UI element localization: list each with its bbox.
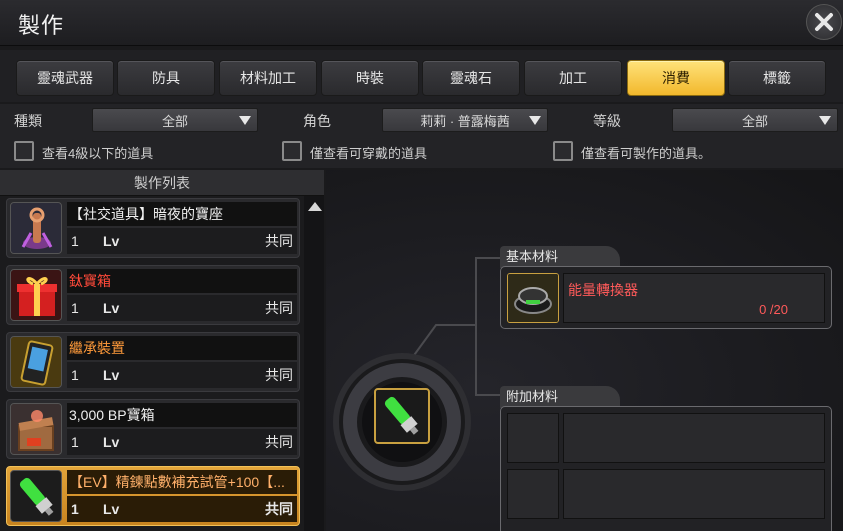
below-grade4-label: 查看4級以下的道具 [42, 146, 154, 161]
basic-materials-box: 能量轉換器 0 /20 [500, 266, 832, 329]
craft-item-level-row: 1 Lv 共同 [67, 429, 297, 455]
energy-converter-icon [508, 274, 558, 322]
role-select[interactable]: 莉莉 · 普露梅茜 [382, 108, 548, 132]
tab-soul-stone[interactable]: 靈魂石 [422, 60, 520, 96]
chevron-down-icon [239, 116, 251, 125]
extra-materials-tab: 附加材料 [500, 386, 620, 408]
type-label: 種類 [14, 113, 42, 129]
scroll-up-icon[interactable] [308, 202, 322, 211]
test-tube-icon [384, 396, 419, 435]
craft-item-test-tube[interactable]: 【EV】精鍊點數補充試管+100【... 1 Lv 共同 [6, 466, 300, 526]
extra-material-info [563, 469, 825, 519]
title-bar: 製作 [0, 0, 843, 46]
chevron-down-icon [529, 116, 541, 125]
tab-processing[interactable]: 加工 [524, 60, 622, 96]
extra-material-slot[interactable] [507, 469, 559, 519]
grade-select[interactable]: 全部 [672, 108, 838, 132]
tab-tag[interactable]: 標籤 [728, 60, 826, 96]
energy-converter-slot[interactable] [507, 273, 559, 323]
craft-item-level-row: 1 Lv 共同 [67, 496, 297, 522]
category-tabs: 靈魂武器 防具 材料加工 時裝 靈魂石 加工 消費 標籤 [0, 50, 843, 102]
craft-item-lv-label: Lv [103, 300, 120, 316]
gift-box-icon [10, 269, 62, 321]
wearable-only-checkbox[interactable] [282, 141, 302, 161]
close-icon [815, 13, 833, 31]
recipe-detail-panel: 基本材料 能量轉換器 0 /20 附加材料 [326, 170, 843, 531]
craft-item-name: 【社交道具】暗夜的寶座 [67, 202, 297, 226]
craft-item-name: 3,000 BP寶箱 [67, 403, 297, 427]
craft-list-scrollbar[interactable] [304, 196, 324, 531]
tab-fashion[interactable]: 時裝 [321, 60, 419, 96]
tab-soul-weapon[interactable]: 靈魂武器 [16, 60, 114, 96]
craft-item-level-row: 1 Lv 共同 [67, 362, 297, 388]
window-title: 製作 [18, 13, 65, 38]
craft-item-throne[interactable]: 【社交道具】暗夜的寶座 1 Lv 共同 [6, 198, 300, 258]
grade-label: 等級 [593, 113, 621, 129]
grade-select-value: 全部 [741, 113, 768, 129]
craft-item-inheritance-device[interactable]: 繼承裝置 1 Lv 共同 [6, 332, 300, 392]
craft-item-level: 1 [71, 367, 79, 383]
craft-item-level: 1 [71, 300, 79, 316]
type-select[interactable]: 全部 [92, 108, 258, 132]
device-icon [10, 336, 62, 388]
bp-box-icon [10, 403, 62, 455]
craft-item-scope: 共同 [265, 501, 293, 517]
recipe-stage: 基本材料 能量轉換器 0 /20 附加材料 [326, 170, 843, 531]
extra-material-slot[interactable] [507, 413, 559, 463]
craft-item-scope: 共同 [265, 233, 293, 249]
craft-item-scope: 共同 [265, 367, 293, 383]
role-select-value: 莉莉 · 普露梅茜 [420, 113, 510, 129]
role-label: 角色 [303, 113, 331, 129]
craft-item-scope: 共同 [265, 300, 293, 316]
craft-item-lv-label: Lv [103, 233, 120, 249]
craft-list-panel: 製作列表 【社交道具】暗夜的寶座 1 Lv 共同 鈦寶箱 1 Lv 共同 繼承裝… [0, 170, 324, 531]
craft-item-name: 鈦寶箱 [67, 269, 297, 293]
result-item-slot[interactable] [374, 388, 430, 444]
craft-list-header: 製作列表 [0, 170, 324, 196]
tab-material-processing[interactable]: 材料加工 [219, 60, 317, 96]
craft-item-name: 繼承裝置 [67, 336, 297, 360]
wearable-only-label: 僅查看可穿戴的道具 [310, 146, 428, 161]
energy-converter-info: 能量轉換器 0 /20 [563, 273, 825, 323]
filter-bar: 種類 全部 角色 莉莉 · 普露梅茜 等級 全部 查看4級以下的道具 僅查看可穿… [0, 104, 843, 168]
craft-item-level: 1 [71, 501, 79, 517]
extra-materials-box [500, 406, 832, 531]
craftable-only-checkbox[interactable] [553, 141, 573, 161]
extra-material-info [563, 413, 825, 463]
energy-converter-name: 能量轉換器 [568, 282, 638, 298]
craft-item-bp-box[interactable]: 3,000 BP寶箱 1 Lv 共同 [6, 399, 300, 459]
craft-item-lv-label: Lv [103, 367, 120, 383]
chevron-down-icon [819, 116, 831, 125]
tab-consumable[interactable]: 消費 [627, 60, 725, 96]
craft-item-level-row: 1 Lv 共同 [67, 228, 297, 254]
below-grade4-checkbox[interactable] [14, 141, 34, 161]
craft-item-scope: 共同 [265, 434, 293, 450]
craft-item-titanium-box[interactable]: 鈦寶箱 1 Lv 共同 [6, 265, 300, 325]
craft-item-level-row: 1 Lv 共同 [67, 295, 297, 321]
craft-item-lv-label: Lv [103, 501, 120, 517]
type-select-value: 全部 [161, 113, 188, 129]
throne-icon [10, 202, 62, 254]
craft-item-name: 【EV】精鍊點數補充試管+100【... [67, 470, 297, 494]
craft-item-level: 1 [71, 434, 79, 450]
craft-item-level: 1 [71, 233, 79, 249]
tab-armor[interactable]: 防具 [117, 60, 215, 96]
test-tube-icon [10, 470, 62, 522]
energy-converter-count: 0 /20 [759, 302, 788, 317]
close-button[interactable] [806, 4, 842, 40]
craft-item-lv-label: Lv [103, 434, 120, 450]
basic-materials-tab: 基本材料 [500, 246, 620, 268]
craftable-only-label: 僅查看可製作的道具。 [581, 146, 712, 161]
